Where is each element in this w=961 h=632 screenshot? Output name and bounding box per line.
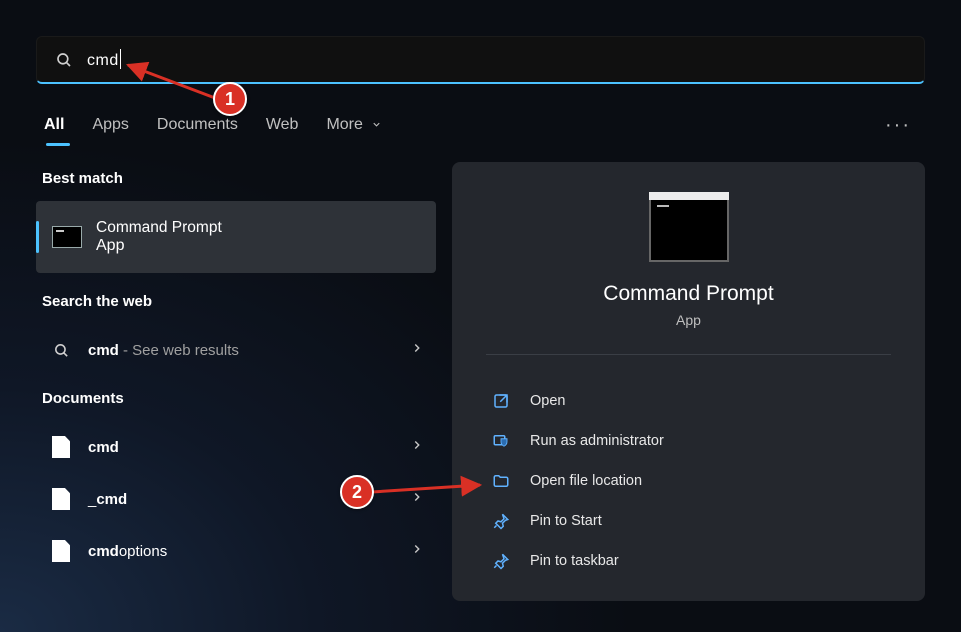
action-open[interactable]: Open bbox=[472, 381, 905, 421]
divider bbox=[486, 354, 891, 355]
search-icon bbox=[55, 51, 73, 69]
document-label: cmdoptions bbox=[88, 543, 394, 560]
best-match-subtitle: App bbox=[96, 237, 222, 255]
document-label: _cmd bbox=[88, 491, 394, 508]
command-prompt-large-icon bbox=[649, 198, 729, 262]
search-query: cmd bbox=[87, 49, 121, 70]
tab-apps[interactable]: Apps bbox=[92, 106, 128, 144]
chevron-right-icon bbox=[410, 438, 424, 452]
search-icon bbox=[53, 342, 70, 359]
action-label: Open bbox=[530, 393, 565, 409]
shield-admin-icon bbox=[492, 432, 510, 450]
pin-icon bbox=[492, 512, 510, 530]
preview-subtitle: App bbox=[472, 312, 905, 328]
tab-more[interactable]: More bbox=[326, 106, 382, 144]
document-result[interactable]: cmd bbox=[36, 421, 436, 473]
action-label: Open file location bbox=[530, 473, 642, 489]
document-result[interactable]: cmdoptions bbox=[36, 525, 436, 577]
best-match-result[interactable]: Command Prompt App bbox=[36, 201, 436, 273]
action-open-location[interactable]: Open file location bbox=[472, 461, 905, 501]
document-icon bbox=[52, 540, 70, 562]
filter-tabs: All Apps Documents Web More ··· bbox=[36, 106, 925, 144]
document-icon bbox=[52, 436, 70, 458]
action-pin-start[interactable]: Pin to Start bbox=[472, 501, 905, 541]
search-box[interactable]: cmd bbox=[36, 36, 925, 84]
chevron-right-icon bbox=[410, 490, 424, 504]
action-label: Pin to Start bbox=[530, 513, 602, 529]
document-icon bbox=[52, 488, 70, 510]
best-match-header: Best match bbox=[42, 170, 430, 187]
preview-pane: Command Prompt App Open Run as administr… bbox=[452, 162, 925, 601]
tab-documents[interactable]: Documents bbox=[157, 106, 238, 144]
chevron-right-icon bbox=[410, 542, 424, 556]
action-run-administrator[interactable]: Run as administrator bbox=[472, 421, 905, 461]
search-web-header: Search the web bbox=[42, 293, 430, 310]
tab-all[interactable]: All bbox=[44, 106, 64, 144]
tab-web[interactable]: Web bbox=[266, 106, 299, 144]
folder-icon bbox=[492, 472, 510, 490]
command-prompt-icon bbox=[52, 226, 82, 248]
open-icon bbox=[492, 392, 510, 410]
action-label: Pin to taskbar bbox=[530, 553, 619, 569]
chevron-right-icon bbox=[410, 341, 424, 355]
document-label: cmd bbox=[88, 439, 394, 456]
preview-title: Command Prompt bbox=[472, 282, 905, 306]
pin-icon bbox=[492, 552, 510, 570]
overflow-menu[interactable]: ··· bbox=[879, 110, 917, 141]
documents-header: Documents bbox=[42, 390, 430, 407]
action-label: Run as administrator bbox=[530, 433, 664, 449]
results-column: Best match Command Prompt App Search the… bbox=[36, 162, 436, 601]
chevron-down-icon bbox=[371, 119, 382, 130]
best-match-title: Command Prompt bbox=[96, 219, 222, 237]
document-result[interactable]: _cmd bbox=[36, 473, 436, 525]
action-pin-taskbar[interactable]: Pin to taskbar bbox=[472, 541, 905, 581]
web-result[interactable]: cmd - See web results bbox=[36, 324, 436, 376]
web-result-label: cmd - See web results bbox=[88, 342, 394, 359]
